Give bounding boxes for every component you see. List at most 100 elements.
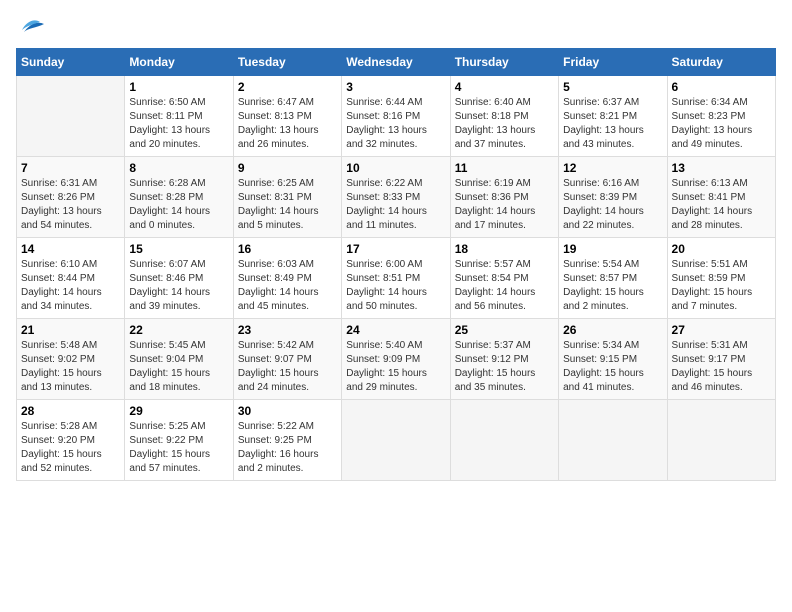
- calendar-cell: 27 Sunrise: 5:31 AMSunset: 9:17 PMDayligh…: [667, 319, 775, 400]
- day-info: Sunrise: 6:34 AMSunset: 8:23 PMDaylight:…: [672, 96, 771, 152]
- day-number: 14: [21, 242, 120, 256]
- calendar-cell: [559, 400, 667, 481]
- header-friday: Friday: [559, 49, 667, 76]
- day-number: 13: [672, 161, 771, 175]
- day-info: Sunrise: 6:31 AMSunset: 8:26 PMDaylight:…: [21, 177, 120, 233]
- calendar-table: SundayMondayTuesdayWednesdayThursdayFrid…: [16, 48, 776, 481]
- calendar-cell: 17 Sunrise: 6:00 AMSunset: 8:51 PMDayligh…: [342, 238, 450, 319]
- header-tuesday: Tuesday: [233, 49, 341, 76]
- day-number: 19: [563, 242, 662, 256]
- calendar-cell: 29 Sunrise: 5:25 AMSunset: 9:22 PMDayligh…: [125, 400, 233, 481]
- day-number: 29: [129, 404, 228, 418]
- day-info: Sunrise: 6:00 AMSunset: 8:51 PMDaylight:…: [346, 258, 445, 314]
- day-number: 24: [346, 323, 445, 337]
- calendar-cell: 20 Sunrise: 5:51 AMSunset: 8:59 PMDayligh…: [667, 238, 775, 319]
- day-number: 9: [238, 161, 337, 175]
- calendar-cell: 3 Sunrise: 6:44 AMSunset: 8:16 PMDaylight…: [342, 76, 450, 157]
- calendar-cell: 5 Sunrise: 6:37 AMSunset: 8:21 PMDaylight…: [559, 76, 667, 157]
- calendar-cell: 15Sunrise: 6:07 AMSunset: 8:46 PMDayligh…: [125, 238, 233, 319]
- day-number: 7: [21, 161, 120, 175]
- day-info: Sunrise: 6:25 AMSunset: 8:31 PMDaylight:…: [238, 177, 337, 233]
- calendar-cell: 6 Sunrise: 6:34 AMSunset: 8:23 PMDaylight…: [667, 76, 775, 157]
- day-number: 10: [346, 161, 445, 175]
- day-info: Sunrise: 6:28 AMSunset: 8:28 PMDaylight:…: [129, 177, 228, 233]
- day-info: Sunrise: 6:47 AMSunset: 8:13 PMDaylight:…: [238, 96, 337, 152]
- calendar-cell: 28Sunrise: 5:28 AMSunset: 9:20 PMDayligh…: [17, 400, 125, 481]
- calendar-cell: 23 Sunrise: 5:42 AMSunset: 9:07 PMDayligh…: [233, 319, 341, 400]
- day-number: 3: [346, 80, 445, 94]
- day-info: Sunrise: 5:54 AMSunset: 8:57 PMDaylight:…: [563, 258, 662, 314]
- day-info: Sunrise: 5:22 AMSunset: 9:25 PMDaylight:…: [238, 420, 337, 476]
- calendar-cell: 4 Sunrise: 6:40 AMSunset: 8:18 PMDaylight…: [450, 76, 558, 157]
- day-info: Sunrise: 5:45 AMSunset: 9:04 PMDaylight:…: [129, 339, 228, 395]
- day-number: 5: [563, 80, 662, 94]
- calendar-cell: 21 Sunrise: 5:48 AMSunset: 9:02 PMDayligh…: [17, 319, 125, 400]
- day-info: Sunrise: 6:40 AMSunset: 8:18 PMDaylight:…: [455, 96, 554, 152]
- calendar-cell: [342, 400, 450, 481]
- calendar-cell: 30 Sunrise: 5:22 AMSunset: 9:25 PMDayligh…: [233, 400, 341, 481]
- day-number: 4: [455, 80, 554, 94]
- calendar-cell: 22Sunrise: 5:45 AMSunset: 9:04 PMDayligh…: [125, 319, 233, 400]
- calendar-cell: [667, 400, 775, 481]
- calendar-cell: 7 Sunrise: 6:31 AMSunset: 8:26 PMDaylight…: [17, 157, 125, 238]
- calendar-cell: 10 Sunrise: 6:22 AMSunset: 8:33 PMDayligh…: [342, 157, 450, 238]
- day-info: Sunrise: 5:48 AMSunset: 9:02 PMDaylight:…: [21, 339, 120, 395]
- day-info: Sunrise: 6:19 AMSunset: 8:36 PMDaylight:…: [455, 177, 554, 233]
- calendar-cell: 11 Sunrise: 6:19 AMSunset: 8:36 PMDayligh…: [450, 157, 558, 238]
- calendar-cell: 24Sunrise: 5:40 AMSunset: 9:09 PMDayligh…: [342, 319, 450, 400]
- day-number: 18: [455, 242, 554, 256]
- week-row-1: 1Sunrise: 6:50 AMSunset: 8:11 PMDaylight…: [17, 76, 776, 157]
- day-number: 17: [346, 242, 445, 256]
- week-row-4: 21 Sunrise: 5:48 AMSunset: 9:02 PMDayligh…: [17, 319, 776, 400]
- day-info: Sunrise: 5:42 AMSunset: 9:07 PMDaylight:…: [238, 339, 337, 395]
- day-number: 11: [455, 161, 554, 175]
- day-number: 8: [129, 161, 228, 175]
- calendar-cell: 14Sunrise: 6:10 AMSunset: 8:44 PMDayligh…: [17, 238, 125, 319]
- day-info: Sunrise: 5:31 AMSunset: 9:17 PMDaylight:…: [672, 339, 771, 395]
- day-number: 15: [129, 242, 228, 256]
- day-info: Sunrise: 5:34 AMSunset: 9:15 PMDaylight:…: [563, 339, 662, 395]
- day-info: Sunrise: 6:37 AMSunset: 8:21 PMDaylight:…: [563, 96, 662, 152]
- day-info: Sunrise: 5:25 AMSunset: 9:22 PMDaylight:…: [129, 420, 228, 476]
- calendar-cell: 19 Sunrise: 5:54 AMSunset: 8:57 PMDayligh…: [559, 238, 667, 319]
- calendar-cell: [17, 76, 125, 157]
- day-number: 30: [238, 404, 337, 418]
- calendar-cell: 25 Sunrise: 5:37 AMSunset: 9:12 PMDayligh…: [450, 319, 558, 400]
- calendar-cell: 9 Sunrise: 6:25 AMSunset: 8:31 PMDaylight…: [233, 157, 341, 238]
- logo: [16, 16, 50, 44]
- header-sunday: Sunday: [17, 49, 125, 76]
- day-number: 21: [21, 323, 120, 337]
- day-number: 23: [238, 323, 337, 337]
- week-row-5: 28Sunrise: 5:28 AMSunset: 9:20 PMDayligh…: [17, 400, 776, 481]
- day-info: Sunrise: 5:37 AMSunset: 9:12 PMDaylight:…: [455, 339, 554, 395]
- calendar-cell: 18 Sunrise: 5:57 AMSunset: 8:54 PMDayligh…: [450, 238, 558, 319]
- calendar-cell: 8 Sunrise: 6:28 AMSunset: 8:28 PMDaylight…: [125, 157, 233, 238]
- day-number: 16: [238, 242, 337, 256]
- day-number: 26: [563, 323, 662, 337]
- day-info: Sunrise: 6:44 AMSunset: 8:16 PMDaylight:…: [346, 96, 445, 152]
- day-number: 20: [672, 242, 771, 256]
- calendar-cell: 1Sunrise: 6:50 AMSunset: 8:11 PMDaylight…: [125, 76, 233, 157]
- day-number: 12: [563, 161, 662, 175]
- day-info: Sunrise: 6:22 AMSunset: 8:33 PMDaylight:…: [346, 177, 445, 233]
- day-info: Sunrise: 5:57 AMSunset: 8:54 PMDaylight:…: [455, 258, 554, 314]
- week-row-2: 7 Sunrise: 6:31 AMSunset: 8:26 PMDaylight…: [17, 157, 776, 238]
- day-info: Sunrise: 6:13 AMSunset: 8:41 PMDaylight:…: [672, 177, 771, 233]
- day-info: Sunrise: 5:51 AMSunset: 8:59 PMDaylight:…: [672, 258, 771, 314]
- header-saturday: Saturday: [667, 49, 775, 76]
- calendar-cell: 2 Sunrise: 6:47 AMSunset: 8:13 PMDaylight…: [233, 76, 341, 157]
- day-number: 27: [672, 323, 771, 337]
- day-number: 28: [21, 404, 120, 418]
- calendar-cell: [450, 400, 558, 481]
- calendar-header-row: SundayMondayTuesdayWednesdayThursdayFrid…: [17, 49, 776, 76]
- calendar-cell: 13 Sunrise: 6:13 AMSunset: 8:41 PMDayligh…: [667, 157, 775, 238]
- day-info: Sunrise: 6:03 AMSunset: 8:49 PMDaylight:…: [238, 258, 337, 314]
- day-number: 2: [238, 80, 337, 94]
- week-row-3: 14Sunrise: 6:10 AMSunset: 8:44 PMDayligh…: [17, 238, 776, 319]
- day-number: 25: [455, 323, 554, 337]
- header-wednesday: Wednesday: [342, 49, 450, 76]
- header-thursday: Thursday: [450, 49, 558, 76]
- day-number: 6: [672, 80, 771, 94]
- calendar-cell: 12Sunrise: 6:16 AMSunset: 8:39 PMDayligh…: [559, 157, 667, 238]
- logo-icon: [16, 16, 48, 44]
